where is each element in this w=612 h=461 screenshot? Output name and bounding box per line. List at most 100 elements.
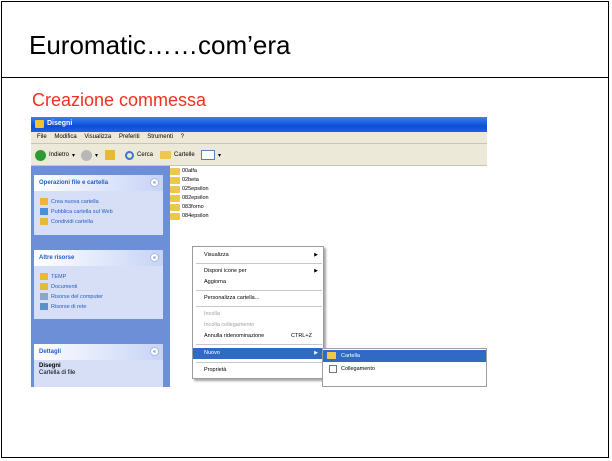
context-menu: Visualizza ▶ Disponi icone per ▶ Aggiorn… bbox=[192, 246, 324, 379]
task-label: Crea nuova cartella bbox=[51, 199, 99, 205]
file-item[interactable]: 084epsilon bbox=[170, 212, 209, 220]
collapse-icon[interactable]: « bbox=[150, 347, 159, 356]
file-item[interactable]: 00alfa bbox=[170, 167, 197, 175]
search-label: Cerca bbox=[137, 152, 154, 158]
menu-divider bbox=[196, 362, 322, 363]
web-publish-icon bbox=[40, 208, 48, 215]
chevron-down-icon: ▾ bbox=[218, 152, 222, 159]
file-item[interactable]: 082epsilon bbox=[170, 194, 209, 202]
new-submenu: Cartella Collegamento bbox=[322, 348, 487, 387]
menu-item-label: Proprietà bbox=[204, 367, 227, 373]
share-folder-icon bbox=[40, 218, 48, 225]
menu-item-label: Visualizza bbox=[204, 252, 229, 258]
submenu-arrow-icon: ▶ bbox=[314, 268, 318, 274]
explorer-screenshot: Disegni File Modifica Visualizza Preferi… bbox=[31, 117, 487, 387]
place-temp[interactable]: TEMP bbox=[34, 272, 163, 282]
views-button[interactable]: ▾ bbox=[201, 149, 221, 161]
place-documents[interactable]: Documenti bbox=[34, 282, 163, 292]
submenu-item-collegamento[interactable]: Collegamento bbox=[323, 363, 486, 375]
menu-divider bbox=[196, 306, 322, 307]
menu-strumenti[interactable]: Strumenti bbox=[147, 134, 173, 140]
collapse-icon[interactable]: « bbox=[150, 253, 159, 262]
task-label: Condividi cartella bbox=[51, 219, 93, 225]
search-button[interactable]: Cerca bbox=[125, 149, 153, 161]
forward-button[interactable]: ▾ bbox=[81, 149, 98, 161]
menu-item-label: Nuovo bbox=[204, 350, 220, 356]
other-places-header[interactable]: Altre risorse « bbox=[34, 250, 163, 266]
place-label: Risorse del computer bbox=[51, 294, 103, 300]
place-label: Documenti bbox=[51, 284, 78, 290]
file-item[interactable]: 083forno bbox=[170, 203, 204, 211]
folders-button[interactable]: Cartelle bbox=[160, 149, 195, 161]
file-tasks-header[interactable]: Operazioni file e cartella « bbox=[34, 175, 163, 191]
details-title: Dettagli bbox=[39, 349, 62, 355]
submenu-item-label: Collegamento bbox=[341, 366, 375, 372]
file-tasks-title: Operazioni file e cartella bbox=[39, 180, 109, 186]
menu-item-label: Aggiorna bbox=[204, 279, 227, 285]
back-label: Indietro bbox=[49, 152, 70, 158]
submenu-item-cartella[interactable]: Cartella bbox=[323, 350, 486, 362]
menu-item-proprieta[interactable]: Proprietà bbox=[193, 365, 323, 376]
menu-file[interactable]: File bbox=[37, 134, 47, 140]
menu-modifica[interactable]: Modifica bbox=[54, 134, 76, 140]
folder-icon bbox=[170, 167, 180, 175]
other-places-panel: Altre risorse « TEMP Documenti Risorse d… bbox=[34, 250, 163, 319]
slide-title: Euromatic……com’era bbox=[29, 30, 291, 60]
folder-icon bbox=[170, 176, 180, 184]
menu-item-disponi-icone[interactable]: Disponi icone per ▶ bbox=[193, 266, 323, 277]
folder-icon bbox=[327, 352, 336, 359]
search-icon bbox=[125, 150, 134, 160]
folder-icon bbox=[160, 151, 171, 159]
place-network[interactable]: Risorse di rete bbox=[34, 302, 163, 312]
menu-item-incolla-collegamento[interactable]: Incolla collegamento bbox=[193, 320, 323, 331]
menu-divider bbox=[196, 263, 322, 264]
shortcut-icon bbox=[329, 365, 337, 373]
submenu-arrow-icon: ▶ bbox=[314, 252, 318, 258]
menu-preferiti[interactable]: Preferiti bbox=[119, 134, 140, 140]
menu-visualizza[interactable]: Visualizza bbox=[84, 134, 111, 140]
menu-item-annulla[interactable]: Annulla ridenominazione CTRL+Z bbox=[193, 331, 323, 342]
back-button[interactable]: Indietro ▾ bbox=[35, 149, 75, 161]
file-name: 084epsilon bbox=[182, 213, 209, 219]
menu-item-label: Annulla ridenominazione bbox=[204, 333, 265, 339]
task-publish-web[interactable]: Pubblica cartella sul Web bbox=[34, 207, 163, 217]
file-name: 02beta bbox=[182, 177, 199, 183]
window-title: Disegni bbox=[47, 120, 73, 127]
submenu-item-label: Cartella bbox=[341, 353, 360, 359]
window-titlebar[interactable]: Disegni bbox=[31, 117, 487, 132]
title-divider bbox=[2, 77, 608, 78]
forward-arrow-icon bbox=[81, 149, 92, 161]
file-item[interactable]: 025epsilon bbox=[170, 185, 209, 193]
up-button[interactable] bbox=[105, 149, 115, 161]
computer-icon bbox=[40, 293, 48, 300]
network-icon bbox=[40, 303, 48, 310]
menu-item-nuovo[interactable]: Nuovo ▶ bbox=[193, 348, 323, 359]
place-my-computer[interactable]: Risorse del computer bbox=[34, 292, 163, 302]
menu-bar: File Modifica Visualizza Preferiti Strum… bbox=[31, 132, 487, 144]
details-name: Disegni bbox=[39, 363, 61, 369]
folder-up-icon bbox=[105, 150, 115, 160]
menu-item-aggiorna[interactable]: Aggiorna bbox=[193, 277, 323, 288]
details-panel: Dettagli « Disegni Cartella di file bbox=[34, 344, 163, 387]
back-arrow-icon bbox=[35, 149, 46, 161]
task-share-folder[interactable]: Condividi cartella bbox=[34, 217, 163, 227]
task-new-folder[interactable]: Crea nuova cartella bbox=[34, 197, 163, 207]
file-item[interactable]: 02beta bbox=[170, 176, 199, 184]
menu-item-label: Incolla collegamento bbox=[204, 322, 255, 328]
file-tasks-panel: Operazioni file e cartella « Crea nuova … bbox=[34, 175, 163, 235]
folder-icon bbox=[35, 120, 44, 128]
menu-item-visualizza[interactable]: Visualizza ▶ bbox=[193, 250, 323, 261]
details-header[interactable]: Dettagli « bbox=[34, 344, 163, 360]
collapse-icon[interactable]: « bbox=[150, 178, 159, 187]
menu-item-incolla[interactable]: Incolla bbox=[193, 309, 323, 320]
menu-item-label: Disponi icone per bbox=[204, 268, 247, 274]
menu-divider bbox=[196, 344, 322, 345]
folder-icon bbox=[170, 194, 180, 202]
folders-label: Cartelle bbox=[174, 152, 195, 158]
menu-item-label: Personalizza cartella... bbox=[204, 295, 260, 301]
menu-item-personalizza[interactable]: Personalizza cartella... bbox=[193, 293, 323, 304]
menu-divider bbox=[196, 290, 322, 291]
folder-icon bbox=[40, 273, 48, 280]
menu-help[interactable]: ? bbox=[181, 134, 184, 140]
task-pane: Operazioni file e cartella « Crea nuova … bbox=[31, 166, 170, 387]
